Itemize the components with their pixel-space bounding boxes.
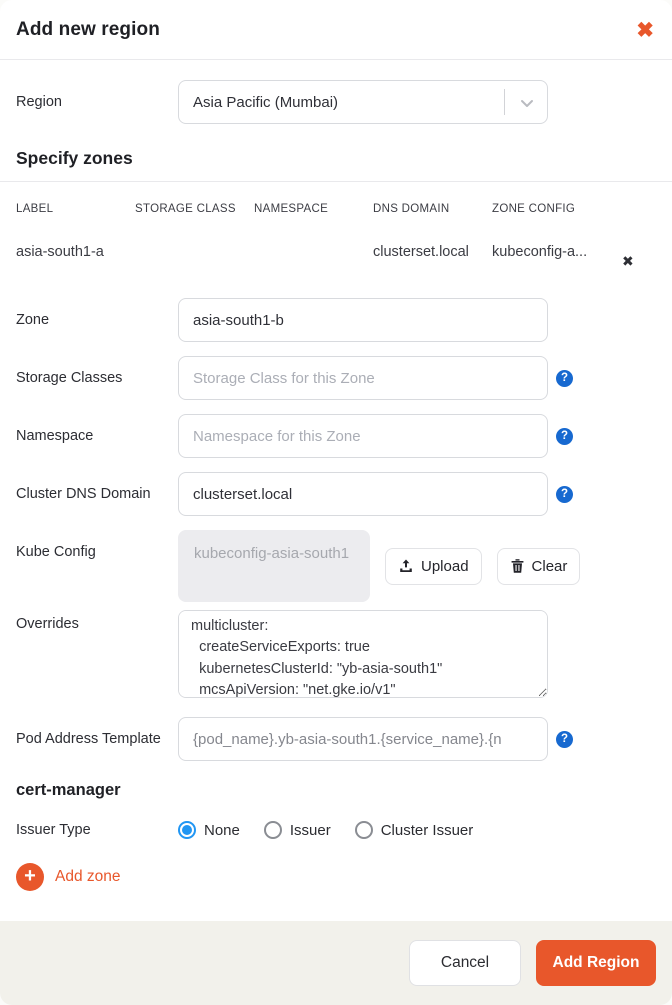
plus-icon: + (16, 862, 44, 891)
modal-footer: Cancel Add Region (0, 921, 672, 1005)
radio-circle-none[interactable] (178, 821, 196, 839)
help-icon[interactable]: ? (556, 731, 573, 748)
column-header-label: LABEL (16, 203, 54, 215)
help-icon[interactable]: ? (556, 370, 573, 387)
cluster-dns-domain-label: Cluster DNS Domain (16, 486, 151, 502)
column-header-storage-class: STORAGE CLASS (135, 203, 236, 215)
chevron-down-icon (519, 95, 535, 116)
add-region-button[interactable]: Add Region (536, 940, 656, 986)
column-header-namespace: NAMESPACE (254, 203, 329, 215)
radio-none[interactable]: None (178, 821, 240, 839)
clear-button[interactable]: Clear (496, 547, 581, 585)
zone-form: Zone Storage Classes ? Namespace ? Clust… (0, 268, 672, 840)
region-select-value: Asia Pacific (Mumbai) (193, 93, 339, 111)
overrides-textarea[interactable]: multicluster: createServiceExports: true… (178, 610, 548, 698)
region-select[interactable]: Asia Pacific (Mumbai) (178, 80, 548, 124)
form-row-storage-classes: Storage Classes ? (16, 356, 656, 400)
column-header-dns-domain: DNS DOMAIN (373, 203, 450, 215)
zone-row-zone-config: kubeconfig-a... (492, 244, 588, 260)
radio-issuer[interactable]: Issuer (263, 821, 331, 839)
modal-header: Add new region ✖ (0, 0, 672, 60)
pod-address-template-input[interactable] (178, 717, 548, 761)
cluster-dns-domain-input[interactable] (178, 472, 548, 516)
radio-circle-cluster-issuer[interactable] (354, 821, 373, 839)
close-icon[interactable]: ✖ (634, 20, 656, 41)
help-icon[interactable]: ? (556, 428, 573, 445)
upload-button[interactable]: Upload (385, 547, 482, 585)
clear-button-label: Clear (531, 557, 568, 575)
modal-title: Add new region (16, 19, 160, 40)
cert-manager-heading: cert-manager (16, 781, 121, 799)
add-region-modal: Add new region ✖ Region Asia Pacific (Mu… (0, 0, 672, 1005)
add-zone-label: Add zone (55, 867, 121, 885)
remove-zone-icon[interactable]: ✖ (610, 254, 634, 268)
zones-table: LABEL STORAGE CLASS NAMESPACE DNS DOMAIN… (0, 182, 672, 268)
issuer-type-label: Issuer Type (16, 822, 91, 838)
form-row-overrides: Overrides multicluster: createServiceExp… (16, 610, 656, 703)
add-zone-button[interactable]: + Add zone (16, 862, 656, 891)
form-row-dns-domain: Cluster DNS Domain ? (16, 472, 656, 516)
select-divider (504, 89, 505, 115)
overrides-label: Overrides (16, 616, 79, 632)
zone-row-dns-domain: clusterset.local (373, 244, 469, 260)
zone-row-label: asia-south1-a (16, 244, 104, 260)
zone-input[interactable] (178, 298, 548, 342)
form-row-zone: Zone (16, 298, 656, 342)
radio-issuer-label: Issuer (289, 821, 331, 839)
namespace-label: Namespace (16, 428, 94, 444)
kube-config-label: Kube Config (16, 544, 96, 560)
trash-icon (510, 558, 525, 574)
cancel-button[interactable]: Cancel (409, 940, 521, 986)
zones-table-header-row: LABEL STORAGE CLASS NAMESPACE DNS DOMAIN… (16, 182, 656, 215)
namespace-input[interactable] (178, 414, 548, 458)
form-row-issuer-type: Issuer Type None Issuer Cluster Issuer (16, 810, 656, 840)
form-row-kube-config: Kube Config kubeconfig-asia-south1 Uploa… (16, 530, 656, 602)
radio-circle-issuer[interactable] (263, 821, 282, 839)
issuer-type-radio-group: None Issuer Cluster Issuer (178, 810, 473, 839)
radio-none-label: None (204, 821, 240, 839)
pod-address-template-label: Pod Address Template (16, 731, 161, 747)
specify-zones-heading: Specify zones (0, 148, 672, 182)
table-row: asia-south1-a clusterset.local kubeconfi… (16, 215, 656, 268)
region-row: Region Asia Pacific (Mumbai) (0, 60, 672, 148)
region-label: Region (16, 93, 62, 110)
storage-classes-label: Storage Classes (16, 370, 123, 386)
form-row-namespace: Namespace ? (16, 414, 656, 458)
upload-button-label: Upload (421, 557, 469, 575)
radio-cluster-issuer-label: Cluster Issuer (380, 821, 474, 839)
kube-config-file-box: kubeconfig-asia-south1 (178, 530, 370, 602)
upload-icon (398, 558, 414, 574)
column-header-zone-config: ZONE CONFIG (492, 203, 576, 215)
radio-cluster-issuer[interactable]: Cluster Issuer (354, 821, 474, 839)
help-icon[interactable]: ? (556, 486, 573, 503)
form-row-pod-address-template: Pod Address Template ? (16, 717, 656, 761)
storage-classes-input[interactable] (178, 356, 548, 400)
zone-label: Zone (16, 312, 50, 328)
